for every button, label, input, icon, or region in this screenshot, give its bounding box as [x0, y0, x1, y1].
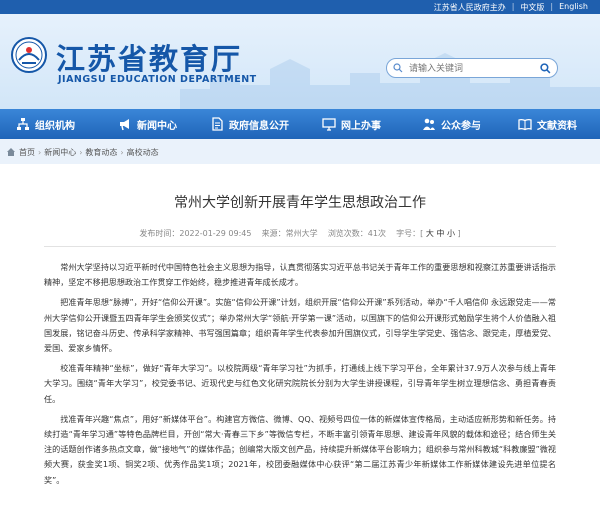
font-size-label: 字号： [396, 229, 421, 238]
main-nav: 组织机构 新闻中心 政府信息公开 网上办事 公众参与 文献资料 [0, 109, 600, 139]
nav-item-label: 新闻中心 [137, 120, 177, 132]
top-separator: | [511, 2, 515, 11]
article-title: 常州大学创新开展青年学生思想政治工作 [174, 195, 426, 211]
education-department-logo-icon [11, 37, 47, 73]
breadcrumb: 首页 › 新闻中心 › 教育动态 › 高校动态 [6, 144, 159, 160]
article-meta: 发布时间：2022-01-29 09:45 来源：常州大学 浏览次数：41次 字… [139, 229, 461, 238]
top-bar: 江苏省人民政府主办 | 中文版 | English [0, 0, 600, 14]
nav-item-label: 网上办事 [341, 120, 381, 132]
sponsor-text: 江苏省人民政府主办 [433, 3, 506, 12]
document-icon [212, 117, 223, 131]
megaphone-icon [120, 119, 129, 131]
nav-item-label: 政府信息公开 [229, 120, 289, 132]
breadcrumb-separator: › [38, 147, 42, 157]
nav-item-documents[interactable]: 文献资料 [502, 109, 600, 139]
article-divider [44, 246, 556, 247]
article-panel: 常州大学创新开展青年学生思想政治工作 发布时间：2022-01-29 09:45… [0, 164, 600, 517]
article-paragraph: 找准青年兴趣“焦点”，用好“新媒体平台”。构建官方微信、微博、QQ、视频号四位一… [44, 413, 556, 485]
nav-item-gov-info[interactable]: 政府信息公开 [194, 109, 306, 139]
breadcrumb-separator: › [120, 147, 124, 157]
font-size-large-link[interactable]: 大 [426, 229, 434, 238]
home-icon [7, 148, 15, 156]
article-paragraph: 校准青年精神“坐标”，做好“青年大学习”。以校院两级“青年学习社”为抓手，打通线… [44, 363, 556, 404]
nav-item-online-service[interactable]: 网上办事 [306, 109, 406, 139]
monitor-icon [322, 118, 336, 131]
font-size-medium-link[interactable]: 中 [436, 229, 444, 238]
book-icon [518, 118, 532, 131]
nav-item-label: 文献资料 [537, 120, 577, 132]
site-title: 江苏省教育厅 [56, 42, 243, 76]
article-body: 常州大学坚持以习近平新时代中国特色社会主义思想为指导，认真贯彻落实习近平总书记关… [44, 260, 556, 493]
org-icon [17, 118, 29, 130]
breadcrumb-education-news[interactable]: 教育动态 [85, 147, 117, 158]
breadcrumb-news-center[interactable]: 新闻中心 [44, 147, 76, 158]
search-button-icon[interactable] [540, 63, 551, 74]
font-size-small-link[interactable]: 小 [447, 229, 455, 238]
article-paragraph: 把准青年思想“脉搏”，开好“信仰公开课”。实施“信仰公开课”计划，组织开展“信仰… [44, 297, 556, 354]
view-count: 浏览次数：41次 [327, 229, 386, 238]
top-separator: | [550, 2, 554, 11]
lang-en-link[interactable]: English [559, 2, 588, 13]
nav-item-organization[interactable]: 组织机构 [0, 109, 102, 139]
breadcrumb-university-news[interactable]: 高校动态 [127, 147, 159, 158]
site-header: 江苏省教育厅 JIANGSU EDUCATION DEPARTMENT [0, 14, 600, 109]
top-links: 江苏省人民政府主办 | 中文版 | English [434, 2, 588, 13]
breadcrumb-separator: › [79, 147, 83, 157]
search-input[interactable] [407, 61, 539, 77]
lang-cn-link[interactable]: 中文版 [520, 2, 544, 13]
nav-item-label: 公众参与 [441, 120, 481, 132]
article-paragraph: 常州大学坚持以习近平新时代中国特色社会主义思想为指导，认真贯彻落实习近平总书记关… [44, 262, 556, 288]
people-icon [423, 118, 435, 130]
search-box [386, 58, 558, 78]
breadcrumb-home[interactable]: 首页 [19, 147, 35, 158]
publish-date: 发布时间：2022-01-29 09:45 [139, 229, 252, 238]
article-source: 来源：常州大学 [261, 229, 318, 238]
search-icon [393, 63, 403, 73]
nav-item-news[interactable]: 新闻中心 [102, 109, 194, 139]
nav-item-label: 组织机构 [35, 120, 75, 132]
site-title-english: JIANGSU EDUCATION DEPARTMENT [58, 74, 257, 85]
nav-item-public-participation[interactable]: 公众参与 [406, 109, 502, 139]
